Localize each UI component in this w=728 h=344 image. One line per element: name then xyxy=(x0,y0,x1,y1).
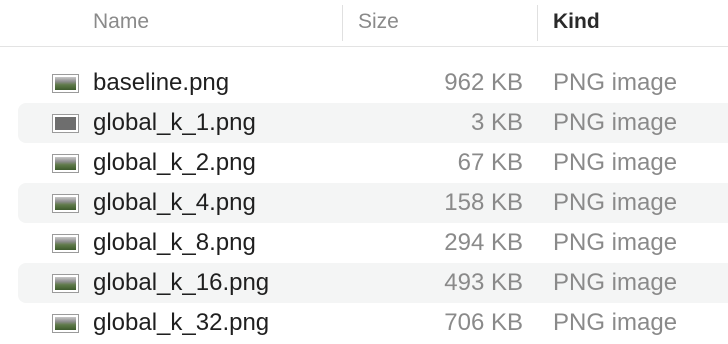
file-name: global_k_4.png xyxy=(93,189,256,216)
file-row[interactable]: global_k_4.png 158 KB PNG image xyxy=(0,183,728,223)
file-kind: PNG image xyxy=(553,69,678,96)
column-divider[interactable] xyxy=(342,5,343,41)
file-row[interactable]: global_k_16.png 493 KB PNG image xyxy=(0,263,728,303)
file-row[interactable]: global_k_8.png 294 KB PNG image xyxy=(0,223,728,263)
file-rows: baseline.png 962 KB PNG image global_k_1… xyxy=(0,63,728,343)
file-kind: PNG image xyxy=(553,149,678,176)
image-thumbnail-icon xyxy=(52,194,79,213)
file-row[interactable]: global_k_32.png 706 KB PNG image xyxy=(0,303,728,343)
file-name: global_k_16.png xyxy=(93,269,270,296)
file-kind: PNG image xyxy=(553,309,678,336)
file-size: 962 KB xyxy=(444,69,523,96)
file-name: global_k_2.png xyxy=(93,149,256,176)
file-kind: PNG image xyxy=(553,189,678,216)
file-row[interactable]: global_k_2.png 67 KB PNG image xyxy=(0,143,728,183)
column-header-bar: Name Size Kind xyxy=(0,0,728,47)
image-thumbnail-icon xyxy=(52,314,79,333)
file-size: 3 KB xyxy=(470,109,523,136)
image-thumbnail-icon xyxy=(52,74,79,93)
file-row[interactable]: baseline.png 962 KB PNG image xyxy=(0,63,728,103)
file-list-view: Name Size Kind baseline.png 962 KB PNG i… xyxy=(0,0,728,344)
file-row[interactable]: global_k_1.png 3 KB PNG image xyxy=(0,103,728,143)
file-name: global_k_8.png xyxy=(93,229,256,256)
column-header-name[interactable]: Name xyxy=(93,0,149,46)
file-size: 67 KB xyxy=(457,149,523,176)
file-size: 706 KB xyxy=(444,309,523,336)
file-size: 294 KB xyxy=(444,229,523,256)
file-size: 158 KB xyxy=(444,189,523,216)
file-name: global_k_1.png xyxy=(93,109,256,136)
file-kind: PNG image xyxy=(553,109,678,136)
column-header-kind[interactable]: Kind xyxy=(553,0,600,46)
file-size: 493 KB xyxy=(444,269,523,296)
file-name: global_k_32.png xyxy=(93,309,270,336)
image-thumbnail-icon xyxy=(52,274,79,293)
column-divider[interactable] xyxy=(537,5,538,41)
image-thumbnail-icon xyxy=(52,114,79,133)
image-thumbnail-icon xyxy=(52,234,79,253)
column-header-size[interactable]: Size xyxy=(358,0,399,46)
file-kind: PNG image xyxy=(553,229,678,256)
file-kind: PNG image xyxy=(553,269,678,296)
image-thumbnail-icon xyxy=(52,154,79,173)
file-name: baseline.png xyxy=(93,69,230,96)
